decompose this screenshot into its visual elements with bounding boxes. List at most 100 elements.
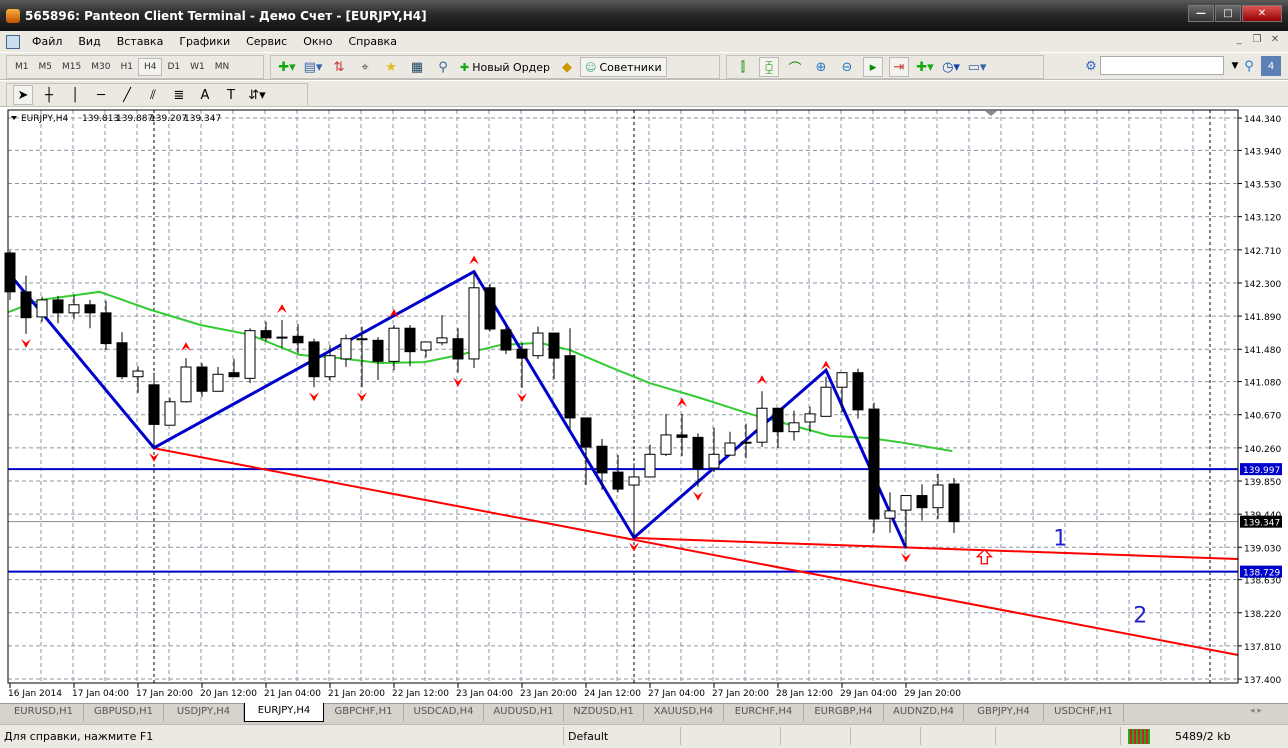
periods-clock-icon[interactable]: ◷▾ — [941, 57, 961, 77]
autoscroll-icon[interactable]: ▸ — [863, 57, 883, 77]
crosshair-icon[interactable]: ┼ — [39, 85, 59, 105]
tab-usdjpy-h4[interactable]: USDJPY,H4 — [164, 704, 244, 722]
tab-gbpusd-h1[interactable]: GBPUSD,H1 — [84, 704, 164, 722]
chart-header-close: 139.347 — [184, 114, 221, 124]
time-tick-label: 28 Jan 12:00 — [776, 689, 833, 699]
timeframe-m1[interactable]: M1 — [10, 59, 34, 75]
line-chart-icon[interactable]: ⌒ — [785, 57, 805, 77]
chart-window[interactable]: 1 2 144.340 143.940 143.530 143.120 142.710 142… — [0, 107, 1288, 703]
notifications-icon[interactable]: 4 — [1261, 56, 1281, 76]
time-tick-label: 27 Jan 04:00 — [648, 689, 705, 699]
menu-view[interactable]: Вид — [70, 35, 108, 48]
search-input[interactable] — [1100, 56, 1224, 75]
timeframe-h4[interactable]: H4 — [137, 58, 163, 76]
bear-candle — [516, 348, 528, 359]
search-icon[interactable]: ⚲ — [1239, 56, 1259, 76]
tab-gbpchf-h1[interactable]: GBPCHF,H1 — [324, 704, 404, 722]
templates-icon[interactable]: ▭▾ — [967, 57, 987, 77]
menu-charts[interactable]: Графики — [171, 35, 238, 48]
tab-audusd-h1[interactable]: AUDUSD,H1 — [484, 704, 564, 722]
metaeditor-icon[interactable]: ◆ — [557, 57, 577, 77]
tab-eurjpy-h4[interactable]: EURJPY,H4 — [244, 703, 324, 722]
bear-candle — [84, 304, 96, 314]
tab-usdchf-h1[interactable]: USDCHF,H1 — [1044, 704, 1124, 722]
bear-candle — [772, 407, 784, 433]
zoom-out-icon[interactable]: ⊖ — [837, 57, 857, 77]
document-icon[interactable] — [6, 34, 20, 49]
child-close-button[interactable]: ✕ — [1268, 33, 1282, 47]
bull-candle — [340, 338, 352, 360]
timeframe-m15[interactable]: M15 — [57, 59, 86, 75]
bear-candle — [100, 312, 112, 345]
time-tick-label: 17 Jan 20:00 — [136, 689, 193, 699]
bear-candle — [356, 338, 368, 341]
settings-gear-icon[interactable]: ⚙ — [1081, 56, 1101, 76]
child-restore-button[interactable]: ❐ — [1250, 33, 1264, 47]
minimize-button[interactable]: — — [1188, 5, 1214, 22]
tab-eurusd-h1[interactable]: EURUSD,H1 — [4, 704, 84, 722]
market-watch-icon[interactable]: ⇅ — [329, 57, 349, 77]
tab-gbpjpy-h4[interactable]: GBPJPY,H4 — [964, 704, 1044, 722]
tab-eurchf-h4[interactable]: EURCHF,H4 — [724, 704, 804, 722]
experts-button[interactable]: ☺ Советники — [580, 57, 667, 77]
candlestick-icon[interactable]: ⧮ — [759, 57, 779, 77]
menu-help[interactable]: Справка — [340, 35, 404, 48]
timeframe-m5[interactable]: M5 — [34, 59, 58, 75]
text-icon[interactable]: A — [195, 85, 215, 105]
child-minimize-button[interactable]: _ — [1232, 33, 1246, 47]
menu-insert[interactable]: Вставка — [109, 35, 172, 48]
fibonacci-icon[interactable]: ≣ — [169, 85, 189, 105]
chart-shift-marker-icon[interactable] — [985, 111, 997, 116]
bear-candle — [308, 341, 320, 378]
bear-candle — [260, 330, 272, 339]
crosshair-target-icon[interactable]: ⌖ — [355, 57, 375, 77]
trendline-1 — [633, 536, 1239, 561]
bull-candle — [836, 372, 848, 388]
fractal-up-arrow-icon — [469, 255, 479, 265]
timeframe-d1[interactable]: D1 — [162, 59, 185, 75]
bear-candle — [916, 495, 928, 509]
tab-xauusd-h4[interactable]: XAUUSD,H4 — [644, 704, 724, 722]
timeframe-h1[interactable]: H1 — [115, 59, 138, 75]
menu-file[interactable]: Файл — [24, 35, 70, 48]
new-chart-icon[interactable]: ✚▾ — [277, 57, 297, 77]
terminal-icon[interactable]: ▦ — [407, 57, 427, 77]
profiles-icon[interactable]: ▤▾ — [303, 57, 323, 77]
maximize-button[interactable]: □ — [1215, 5, 1241, 22]
indicators-icon[interactable]: ✚▾ — [915, 57, 935, 77]
fractal-down-arrow-icon — [517, 393, 527, 403]
timeframe-w1[interactable]: W1 — [185, 59, 210, 75]
strategy-tester-icon[interactable]: ⚲ — [433, 57, 453, 77]
horizontal-line-icon[interactable]: ─ — [91, 85, 111, 105]
price-tick-label: 141.480 — [1244, 346, 1281, 356]
bear-candle — [372, 339, 384, 362]
app-icon — [6, 8, 20, 23]
bull-candle — [756, 407, 768, 443]
bear-candle — [852, 372, 864, 411]
tab-audnzd-h4[interactable]: AUDNZD,H4 — [884, 704, 964, 722]
bar-chart-icon[interactable]: ⫿ — [733, 57, 753, 77]
trendline-icon[interactable]: ╱ — [117, 85, 137, 105]
tab-usdcad-h4[interactable]: USDCAD,H4 — [404, 704, 484, 722]
timeframe-mn[interactable]: MN — [210, 59, 235, 75]
menu-window[interactable]: Окно — [295, 35, 340, 48]
vertical-line-icon[interactable]: │ — [65, 85, 85, 105]
arrows-icon[interactable]: ⇵▾ — [247, 85, 267, 105]
equidistant-channel-icon[interactable]: ⫽ — [143, 85, 163, 105]
timeframe-m30[interactable]: M30 — [86, 59, 115, 75]
text-label-icon[interactable]: T — [221, 85, 241, 105]
zoom-in-icon[interactable]: ⊕ — [811, 57, 831, 77]
close-button[interactable]: ✕ — [1242, 5, 1282, 22]
tab-eurgbp-h4[interactable]: EURGBP,H4 — [804, 704, 884, 722]
bear-candle — [20, 291, 32, 319]
price-chart[interactable]: 1 2 144.340 143.940 143.530 143.120 142.710 142… — [0, 107, 1288, 703]
tabs-scroll-arrows-icon[interactable]: ◂ ▸ — [1250, 706, 1262, 716]
chart-shift-icon[interactable]: ⇥ — [889, 57, 909, 77]
fractal-down-arrow-icon — [357, 392, 367, 402]
cursor-icon[interactable]: ➤ — [13, 85, 33, 105]
connection-status-icon — [1128, 729, 1150, 744]
navigator-icon[interactable]: ★ — [381, 57, 401, 77]
menu-tools[interactable]: Сервис — [238, 35, 295, 48]
tab-nzdusd-h1[interactable]: NZDUSD,H1 — [564, 704, 644, 722]
new-order-button[interactable]: ✚ Новый Ордер — [456, 57, 554, 77]
